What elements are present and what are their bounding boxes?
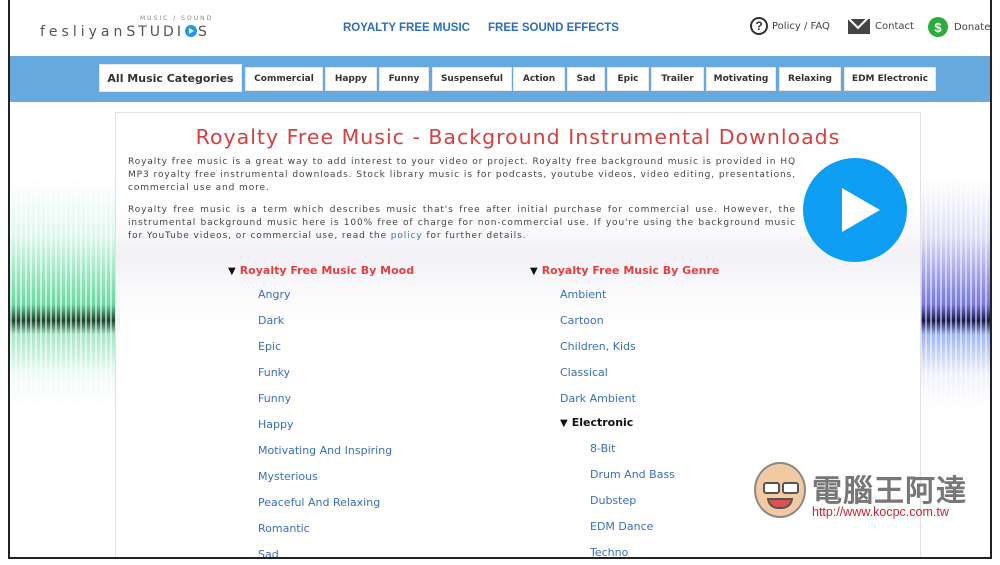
- list-item-link[interactable]: Classical: [560, 366, 608, 379]
- list-item-link[interactable]: Epic: [258, 340, 281, 353]
- category-action[interactable]: Action: [513, 67, 565, 91]
- list-item-link[interactable]: 8-Bit: [590, 442, 616, 455]
- page-title: Royalty Free Music - Background Instrume…: [195, 125, 841, 149]
- list-item-link[interactable]: Peaceful And Relaxing: [258, 496, 380, 509]
- category-suspenseful[interactable]: Suspenseful: [432, 67, 512, 91]
- list-item-link[interactable]: Happy: [258, 418, 294, 431]
- list-item-link[interactable]: Ambient: [560, 288, 606, 301]
- electronic-heading-label: Electronic: [571, 416, 634, 429]
- logo-wordmark: fesliyanSTUDI S: [40, 24, 211, 40]
- watermark-text: 電腦王阿達: [812, 474, 967, 509]
- left-waveform-decoration: [10, 178, 120, 408]
- category-all[interactable]: All Music Categories: [99, 64, 242, 92]
- logo-wordmark-c: S: [197, 24, 211, 40]
- contact-label: Contact: [875, 21, 914, 32]
- donate-label: Donate: [954, 21, 991, 33]
- list-item-link[interactable]: Children, Kids: [560, 340, 636, 353]
- para2-text-end: for further details.: [422, 231, 527, 241]
- watermark: 電腦王阿達 http://www.kocpc.com.tw: [754, 460, 984, 530]
- list-item-link[interactable]: Angry: [258, 288, 291, 301]
- logo-wordmark-a: fesliyan: [40, 24, 127, 40]
- list-item-link[interactable]: Drum And Bass: [590, 468, 675, 481]
- question-circle-icon: ?: [750, 17, 768, 35]
- browser-viewport: MUSIC / SOUND fesliyanSTUDI S ROYALTY FRE…: [8, 8, 992, 559]
- category-happy[interactable]: Happy: [325, 67, 377, 91]
- glasses-left: [763, 482, 780, 494]
- list-item-link[interactable]: Dark Ambient: [560, 392, 636, 405]
- intro-paragraph-1: Royalty free music is a great way to add…: [128, 157, 796, 193]
- donate-link[interactable]: $ Donate: [928, 17, 990, 37]
- mood-heading-label: Royalty Free Music By Mood: [239, 264, 415, 277]
- mood-section-heading[interactable]: ▼ Royalty Free Music By Mood: [228, 264, 414, 277]
- policy-faq-label: Policy / FAQ: [772, 20, 830, 32]
- mascot-mouth: [767, 498, 793, 509]
- list-item-link[interactable]: EDM Dance: [590, 520, 653, 533]
- genre-section-heading[interactable]: ▼ Royalty Free Music By Genre: [530, 264, 719, 277]
- list-item-link[interactable]: Sad: [258, 548, 279, 557]
- expand-triangle-icon: ▼: [560, 418, 568, 429]
- policy-link[interactable]: policy: [391, 231, 423, 241]
- logo-tagline: MUSIC / SOUND: [140, 15, 214, 22]
- list-item-link[interactable]: Dark: [258, 314, 284, 327]
- list-item-link[interactable]: Techno: [590, 546, 628, 557]
- envelope-icon: [848, 19, 870, 34]
- list-item-link[interactable]: Dubstep: [590, 494, 636, 507]
- right-waveform-decoration: [920, 178, 990, 408]
- category-funny[interactable]: Funny: [379, 67, 429, 91]
- category-edm-electronic[interactable]: EDM Electronic: [844, 67, 936, 91]
- category-trailer[interactable]: Trailer: [651, 67, 704, 91]
- nav-free-sound-effects[interactable]: FREE SOUND EFFECTS: [488, 22, 619, 34]
- genre-heading-label: Royalty Free Music By Genre: [541, 264, 720, 277]
- dollar-circle-icon: $: [928, 17, 948, 37]
- site-header: MUSIC / SOUND fesliyanSTUDI S ROYALTY FRE…: [10, 8, 990, 57]
- logo-wordmark-b: STUDI: [126, 24, 184, 40]
- list-item-link[interactable]: Mysterious: [258, 470, 318, 483]
- list-item-link[interactable]: Cartoon: [560, 314, 604, 327]
- category-epic[interactable]: Epic: [607, 67, 649, 91]
- category-commercial[interactable]: Commercial: [245, 67, 323, 91]
- play-logo-icon: [184, 25, 197, 37]
- intro-paragraph-2: Royalty free music is a term which descr…: [128, 204, 796, 243]
- expand-triangle-icon: ▼: [228, 266, 236, 277]
- glasses-right: [782, 482, 799, 494]
- list-item-link[interactable]: Funny: [258, 392, 291, 405]
- nav-royalty-free-music[interactable]: ROYALTY FREE MUSIC: [343, 22, 470, 34]
- mascot-face-icon: [754, 462, 806, 518]
- list-item-link[interactable]: Motivating And Inspiring: [258, 444, 392, 457]
- category-relaxing[interactable]: Relaxing: [779, 67, 841, 91]
- policy-faq-link[interactable]: ? Policy / FAQ: [750, 17, 830, 35]
- category-bar: All Music Categories Commercial Happy Fu…: [10, 56, 990, 102]
- contact-link[interactable]: Contact: [848, 19, 914, 34]
- category-sad[interactable]: Sad: [567, 67, 605, 91]
- category-motivating[interactable]: Motivating: [706, 67, 776, 91]
- watermark-url: http://www.kocpc.com.tw: [812, 505, 949, 519]
- expand-triangle-icon: ▼: [530, 266, 538, 277]
- list-item-link[interactable]: Funky: [258, 366, 290, 379]
- electronic-subheading[interactable]: ▼ Electronic: [560, 416, 633, 429]
- play-button-icon[interactable]: [803, 158, 907, 262]
- list-item-link[interactable]: Romantic: [258, 522, 310, 535]
